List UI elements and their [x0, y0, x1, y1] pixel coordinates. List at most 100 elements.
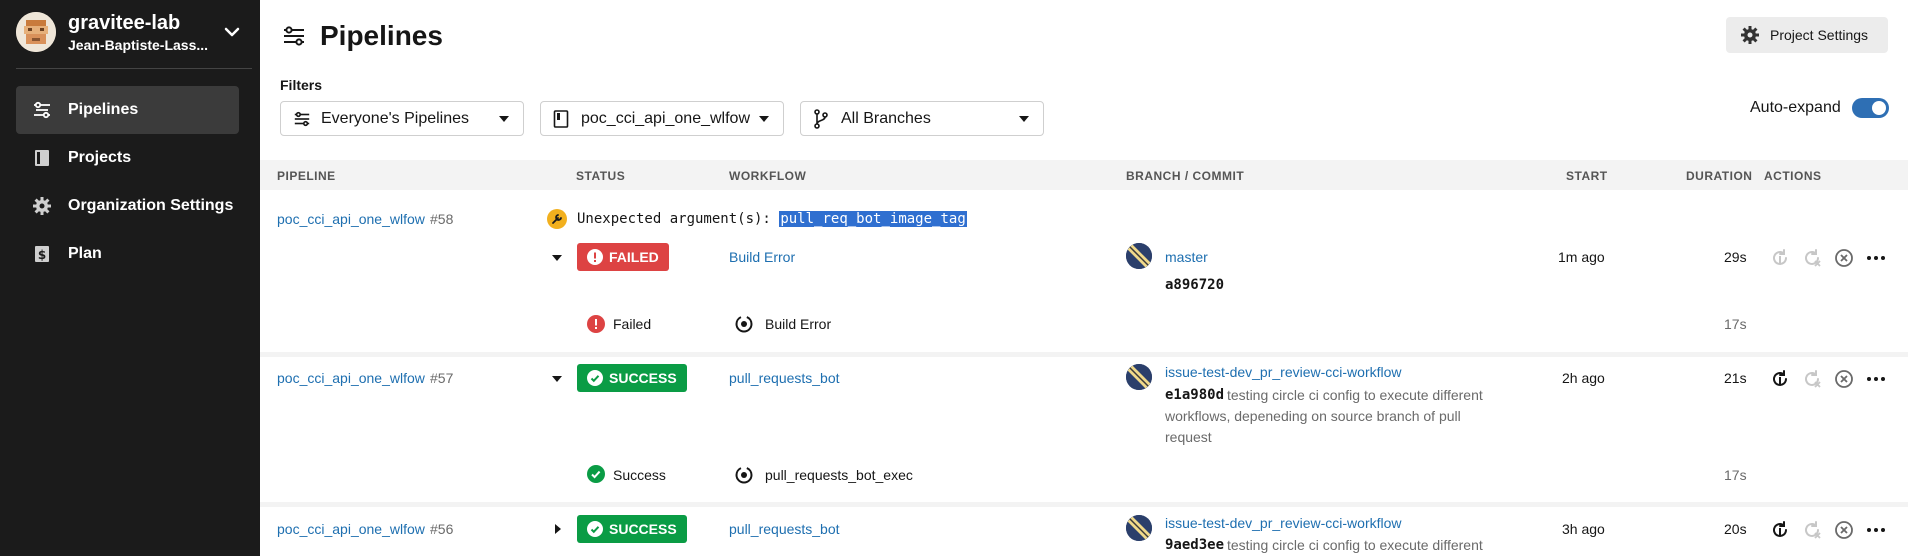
project-filter-select[interactable]: poc_cci_api_one_wlfow	[540, 101, 784, 136]
workflow-link[interactable]: pull_requests_bot	[729, 370, 840, 386]
sidebar-item-label: Pipelines	[68, 101, 139, 118]
collapse-caret-icon[interactable]	[552, 255, 562, 261]
column-header-duration: DURATION	[1686, 169, 1753, 183]
more-options-icon[interactable]	[1865, 247, 1887, 269]
sidebar-item-projects[interactable]: Projects	[16, 134, 239, 182]
pipeline-project-link[interactable]: poc_cci_api_one_wlfow	[277, 211, 425, 227]
gear-icon	[32, 196, 52, 216]
column-header-workflow: WORKFLOW	[729, 169, 807, 183]
branch-link[interactable]: issue-test-dev_pr_review-cci-workflow	[1165, 515, 1402, 531]
page-header: Pipelines	[282, 18, 443, 54]
toggle-knob	[1872, 101, 1886, 115]
sidebar-item-label: Plan	[68, 245, 102, 262]
project-settings-button[interactable]: Project Settings	[1726, 17, 1888, 53]
branch-filter-value: All Branches	[841, 109, 931, 127]
pipeline-project-link[interactable]: poc_cci_api_one_wlfow	[277, 521, 425, 537]
commit-sha[interactable]: 9aed3ee	[1165, 537, 1224, 553]
column-header-start: START	[1566, 169, 1608, 183]
pipeline-project-link[interactable]: poc_cci_api_one_wlfow	[277, 370, 425, 386]
rerun-failed-icon[interactable]	[1801, 368, 1823, 390]
chevron-down-icon[interactable]	[220, 20, 244, 44]
sidebar-nav: Pipelines Projects Organization Settings…	[16, 86, 239, 278]
gear-icon	[1741, 26, 1759, 44]
config-error-prefix: Unexpected argument(s):	[577, 211, 771, 227]
sidebar-item-plan[interactable]: $ Plan	[16, 230, 239, 278]
branch-link[interactable]: master	[1165, 249, 1208, 265]
collapse-caret-icon[interactable]	[552, 376, 562, 382]
workflow-link[interactable]: Build Error	[729, 249, 795, 265]
commit-sha[interactable]: e1a980d	[1165, 387, 1224, 403]
cancel-icon[interactable]	[1833, 247, 1855, 269]
status-badge: SUCCESS	[577, 364, 687, 392]
config-error-text: Unexpected argument(s): pull_req_bot_ima…	[577, 211, 967, 227]
rerun-failed-icon[interactable]	[1801, 247, 1823, 269]
sidebar: gravitee-lab Jean-Baptiste-Lass... Pipel…	[0, 0, 260, 556]
column-header-pipeline: PIPELINE	[277, 169, 336, 183]
rerun-failed-icon[interactable]	[1801, 519, 1823, 541]
pipelines-filter-value: Everyone's Pipelines	[321, 109, 470, 127]
sidebar-item-label: Organization Settings	[68, 197, 234, 214]
duration: 20s	[1724, 521, 1747, 537]
column-header-branch-commit: BRANCH / COMMIT	[1126, 169, 1245, 183]
duration: 29s	[1724, 249, 1747, 265]
caret-down-icon	[759, 116, 769, 122]
committer-avatar	[1126, 243, 1152, 269]
table-header: PIPELINE STATUS WORKFLOW BRANCH / COMMIT…	[260, 160, 1908, 190]
branch-link[interactable]: issue-test-dev_pr_review-cci-workflow	[1165, 364, 1402, 380]
more-options-icon[interactable]	[1865, 519, 1887, 541]
job-status-label: Failed	[613, 316, 652, 332]
start-time: 2h ago	[1562, 370, 1605, 386]
config-error-argument: pull_req_bot_image_tag	[779, 211, 967, 227]
commit-message: request	[1165, 429, 1212, 445]
status-badge-label: FAILED	[609, 249, 659, 265]
expand-caret-icon[interactable]	[555, 524, 561, 534]
job-name-link[interactable]: pull_requests_bot_exec	[765, 467, 913, 483]
status-badge: SUCCESS	[577, 515, 687, 543]
sidebar-item-organization-settings[interactable]: Organization Settings	[16, 182, 239, 230]
more-options-icon[interactable]	[1865, 368, 1887, 390]
org-switcher[interactable]: gravitee-lab Jean-Baptiste-Lass...	[16, 12, 244, 56]
rerun-icon[interactable]	[1769, 368, 1791, 390]
check-circle-icon	[587, 521, 603, 537]
pipeline-number: #57	[430, 370, 454, 386]
sidebar-item-label: Projects	[68, 149, 132, 166]
job-name-link[interactable]: Build Error	[765, 316, 831, 332]
svg-text:$: $	[38, 248, 46, 262]
book-icon	[32, 148, 52, 168]
caret-down-icon	[499, 116, 509, 122]
book-icon	[553, 109, 571, 128]
commit-sha[interactable]: a896720	[1165, 277, 1224, 293]
pipelines-icon	[32, 100, 52, 120]
workflow-link[interactable]: pull_requests_bot	[729, 521, 840, 537]
pipelines-icon	[284, 26, 304, 46]
pipeline-number: #58	[430, 211, 454, 227]
job-duration: 17s	[1724, 316, 1747, 332]
project-filter-value: poc_cci_api_one_wlfow	[581, 109, 750, 127]
row-divider	[260, 502, 1908, 507]
pipelines-filter-select[interactable]: Everyone's Pipelines	[280, 101, 524, 136]
sidebar-divider	[16, 68, 252, 69]
commit-message: workflows, depeneding on source branch o…	[1165, 408, 1461, 424]
pipelines-icon	[293, 110, 311, 128]
job-duration: 17s	[1724, 467, 1747, 483]
org-avatar	[16, 12, 56, 52]
sidebar-item-pipelines[interactable]: Pipelines	[16, 86, 239, 134]
branch-filter-select[interactable]: All Branches	[800, 101, 1044, 136]
commit-message: testing circle ci config to execute diff…	[1227, 537, 1483, 553]
column-header-actions: ACTIONS	[1764, 169, 1822, 183]
rerun-icon[interactable]	[1769, 519, 1791, 541]
column-header-status: STATUS	[576, 169, 626, 183]
rerun-icon[interactable]	[1769, 247, 1791, 269]
job-icon	[735, 315, 753, 333]
cancel-icon[interactable]	[1833, 368, 1855, 390]
start-time: 1m ago	[1558, 249, 1605, 265]
row-divider	[260, 352, 1908, 357]
commit-message: testing circle ci config to execute diff…	[1227, 387, 1483, 403]
auto-expand-toggle[interactable]	[1852, 98, 1889, 118]
alert-circle-icon	[587, 249, 603, 265]
success-status-icon	[587, 465, 605, 483]
cancel-icon[interactable]	[1833, 519, 1855, 541]
filters-label: Filters	[280, 77, 323, 93]
page-title: Pipelines	[320, 20, 443, 51]
committer-avatar	[1126, 515, 1152, 541]
